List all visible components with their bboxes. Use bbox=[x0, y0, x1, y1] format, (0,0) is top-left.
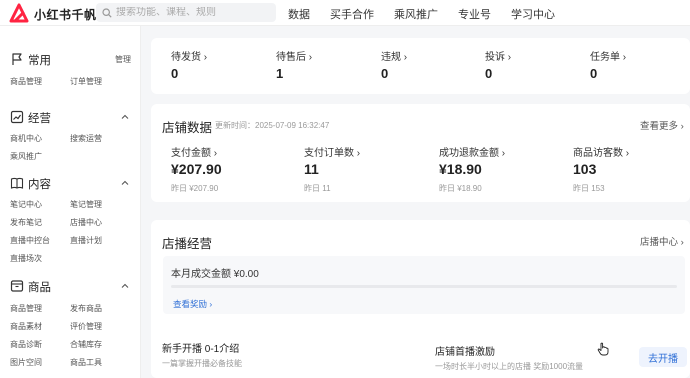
chevron-up-icon[interactable] bbox=[121, 282, 129, 290]
sidebar-item-order-management[interactable]: 订单管理 bbox=[70, 76, 102, 87]
sidebar-section-common: 常用 管理 bbox=[0, 50, 141, 68]
nav-promotion[interactable]: 乘风推广 bbox=[394, 6, 438, 22]
sidebar: 常用 管理 商品管理 订单管理 经营 商机中心 搜索运营 乘风推广 内容 笔记中… bbox=[0, 26, 141, 378]
newbie-live-subtitle: 一篇掌握开播必备技能 bbox=[162, 359, 242, 368]
sidebar-item-goods-diagnosis[interactable]: 商品诊断 bbox=[10, 339, 42, 350]
nav-buyer-cooperation[interactable]: 买手合作 bbox=[330, 6, 374, 22]
store-data-more-link[interactable]: 查看更多 › bbox=[640, 118, 684, 132]
sidebar-item-opportunity-center[interactable]: 商机中心 bbox=[10, 133, 42, 144]
metric-refund-amount-yesterday: 昨日 ¥18.90 bbox=[439, 184, 482, 193]
sidebar-item-goods-tools[interactable]: 商品工具 bbox=[70, 357, 102, 368]
sidebar-section-content[interactable]: 内容 bbox=[0, 174, 141, 192]
newbie-live-title[interactable]: 新手开播 0-1介绍 bbox=[162, 340, 239, 355]
sidebar-section-goods[interactable]: 商品 bbox=[0, 277, 141, 295]
sidebar-section-title: 常用 bbox=[28, 55, 51, 67]
nav-data[interactable]: 数据 bbox=[288, 6, 310, 22]
sidebar-item-goods-material[interactable]: 商品素材 bbox=[10, 321, 42, 332]
sidebar-section-common-header: 常用 管理 bbox=[0, 50, 141, 68]
nav-professional-account[interactable]: 专业号 bbox=[458, 6, 491, 22]
sidebar-section-goods-header[interactable]: 商品 bbox=[0, 277, 141, 295]
metric-visitors-yesterday: 昨日 153 bbox=[573, 184, 605, 193]
sidebar-section-operate-header[interactable]: 经营 bbox=[0, 108, 141, 126]
sidebar-section-title: 内容 bbox=[28, 179, 51, 191]
hand-cursor-icon bbox=[597, 342, 609, 356]
metric-visitors-label[interactable]: 商品访客数 › bbox=[573, 144, 629, 159]
metric-refund-amount-label[interactable]: 成功退款金额 › bbox=[439, 144, 505, 159]
sidebar-item-goods-management[interactable]: 商品管理 bbox=[10, 76, 42, 87]
sidebar-item-note-center[interactable]: 笔记中心 bbox=[10, 199, 42, 210]
first-live-incentive-subtitle: 一场时长半小时以上的店播 奖励1000流量 bbox=[435, 362, 584, 371]
todo-after-sale[interactable]: 待售后 › bbox=[276, 48, 312, 63]
sidebar-item-image-space[interactable]: 图片空间 bbox=[10, 357, 42, 368]
live-operation-title: 店播经营 bbox=[162, 237, 213, 251]
top-bar: 小红书千帆 数据 买手合作 乘风推广 专业号 学习中心 bbox=[0, 0, 690, 26]
box-icon bbox=[10, 280, 24, 292]
sidebar-item-search-operation[interactable]: 搜索运营 bbox=[70, 133, 102, 144]
first-live-incentive-title: 店铺首播激励 bbox=[435, 347, 495, 358]
todo-to-ship[interactable]: 待发货 › bbox=[171, 48, 207, 63]
todo-complaint-value[interactable]: 0 bbox=[485, 66, 492, 81]
start-live-button[interactable]: 去开播 bbox=[639, 347, 687, 367]
sidebar-item-publish-note[interactable]: 发布笔记 bbox=[10, 217, 42, 228]
sidebar-section-operate[interactable]: 经营 bbox=[0, 108, 141, 126]
sidebar-section-title: 商品 bbox=[28, 282, 51, 294]
search-box[interactable] bbox=[96, 3, 276, 22]
month-deal-amount: 本月成交金额 ¥0.00 bbox=[171, 269, 259, 280]
metric-visitors-value: 103 bbox=[573, 161, 597, 177]
search-input[interactable] bbox=[116, 7, 266, 18]
metric-pay-amount-label[interactable]: 支付金额 › bbox=[171, 144, 217, 159]
metric-pay-amount-value: ¥207.90 bbox=[171, 161, 222, 177]
store-data-card: 店铺数据 更新时间：2025-07-09 16:32:47 查看更多 › 支付金… bbox=[151, 104, 690, 202]
todo-after-sale-value[interactable]: 1 bbox=[276, 66, 283, 81]
sidebar-manage-link[interactable]: 管理 bbox=[115, 54, 131, 65]
metric-pay-amount-yesterday: 昨日 ¥207.90 bbox=[171, 184, 219, 193]
chevron-up-icon[interactable] bbox=[121, 113, 129, 121]
sidebar-item-note-management[interactable]: 笔记管理 bbox=[70, 199, 102, 210]
live-operation-card: 店播经营 店播中心 › 本月成交金额 ¥0.00 查看奖励 › 新手开播 0-1… bbox=[151, 220, 690, 378]
sidebar-item-goods-management-2[interactable]: 商品管理 bbox=[10, 303, 42, 314]
brand-logo-icon[interactable] bbox=[8, 3, 30, 23]
todo-complaint[interactable]: 投诉 › bbox=[485, 48, 511, 63]
search-icon bbox=[102, 7, 112, 18]
store-data-updated-time: 更新时间：2025-07-09 16:32:47 bbox=[215, 121, 330, 130]
view-reward-link[interactable]: 查看奖励 › bbox=[173, 298, 212, 310]
nav-learning-center[interactable]: 学习中心 bbox=[511, 6, 555, 22]
sidebar-item-live-console[interactable]: 直播中控台 bbox=[10, 235, 50, 246]
sidebar-item-live-plan[interactable]: 直播计划 bbox=[70, 235, 102, 246]
store-data-title: 店铺数据 bbox=[162, 121, 213, 135]
live-center-link[interactable]: 店播中心 › bbox=[640, 234, 684, 248]
chevron-up-icon[interactable] bbox=[121, 179, 129, 187]
todo-to-ship-value[interactable]: 0 bbox=[171, 66, 178, 81]
trend-chart-icon bbox=[10, 110, 24, 124]
month-deal-progress-bar bbox=[171, 285, 677, 288]
todo-task-order[interactable]: 任务单 › bbox=[590, 48, 626, 63]
sidebar-item-promotion[interactable]: 乘风推广 bbox=[10, 151, 42, 162]
sidebar-item-publish-goods[interactable]: 发布商品 bbox=[70, 303, 102, 314]
sidebar-item-store-live-center[interactable]: 店播中心 bbox=[70, 217, 102, 228]
sidebar-section-title: 经营 bbox=[28, 113, 51, 125]
todo-task-order-value[interactable]: 0 bbox=[590, 66, 597, 81]
book-icon bbox=[10, 177, 24, 189]
metric-pay-orders-value: 11 bbox=[304, 161, 319, 177]
todo-card: 待发货 › 0 待售后 › 1 违规 › 0 投诉 › 0 任务单 › 0 bbox=[151, 38, 690, 94]
brand-name[interactable]: 小红书千帆 bbox=[34, 6, 97, 23]
metric-pay-orders-yesterday: 昨日 11 bbox=[304, 184, 331, 193]
flag-icon bbox=[12, 53, 22, 65]
month-deal-panel: 本月成交金额 ¥0.00 查看奖励 › bbox=[163, 256, 685, 314]
sidebar-section-content-header[interactable]: 内容 bbox=[0, 174, 141, 192]
todo-violation-value[interactable]: 0 bbox=[381, 66, 388, 81]
todo-violation[interactable]: 违规 › bbox=[381, 48, 407, 63]
sidebar-item-live-sessions[interactable]: 直播场次 bbox=[10, 253, 42, 264]
metric-refund-amount-value: ¥18.90 bbox=[439, 161, 482, 177]
sidebar-item-inventory[interactable]: 合辅库存 bbox=[70, 339, 102, 350]
metric-pay-orders-label[interactable]: 支付订单数 › bbox=[304, 144, 360, 159]
sidebar-item-review-management[interactable]: 评价管理 bbox=[70, 321, 102, 332]
top-nav: 数据 买手合作 乘风推广 专业号 学习中心 bbox=[288, 6, 575, 22]
